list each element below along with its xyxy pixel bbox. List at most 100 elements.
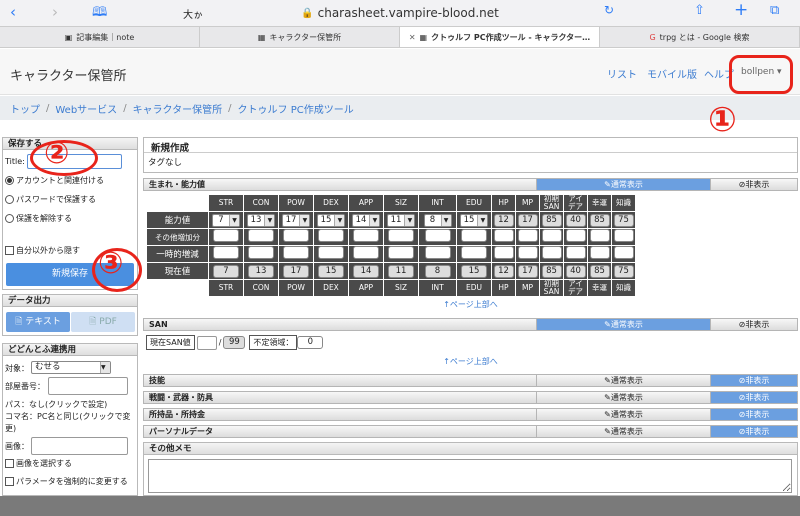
stat-ability-cell: 40 — [563, 211, 588, 229]
stat-input[interactable] — [353, 229, 379, 242]
reload-icon[interactable]: ↻ — [604, 3, 614, 17]
user-menu[interactable]: bollpen ▾ — [741, 67, 782, 77]
nav-help-link[interactable]: ヘルプ — [704, 66, 734, 81]
normal-view-button[interactable]: ✎通常表示 — [536, 179, 710, 190]
radio-password[interactable]: パスワードで保護する — [5, 194, 96, 205]
stat-input[interactable] — [461, 246, 487, 259]
pass-link[interactable]: パス：なし(クリックで設定) — [5, 399, 107, 410]
close-icon[interactable]: ✕ — [409, 33, 416, 42]
normal-view-button[interactable]: ✎通常表示 — [536, 409, 710, 420]
koma-link[interactable]: コマ名：PC名と同じ(クリックで変更) — [5, 411, 137, 435]
stat-input[interactable] — [541, 229, 562, 242]
stat-input[interactable] — [318, 246, 344, 259]
tabs-icon[interactable]: ⧉ — [770, 3, 779, 18]
current-san-input[interactable] — [196, 335, 217, 350]
normal-view-button[interactable]: ✎通常表示 — [536, 375, 710, 386]
tab-google[interactable]: Gtrpg とは - Google 検索 — [600, 27, 800, 47]
radio-unprotect[interactable]: 保護を解除する — [5, 213, 72, 224]
export-pdf-button[interactable]: 🗎 PDF — [71, 312, 135, 332]
new-tab-icon[interactable]: + — [734, 0, 748, 20]
stat-input[interactable] — [353, 246, 379, 259]
image-input[interactable] — [31, 437, 128, 455]
section-title: 戦闘・武器・防具 — [149, 393, 213, 402]
page-top-link-1[interactable]: ↑ページ上部へ — [143, 299, 798, 310]
other-memo-textarea[interactable] — [148, 459, 792, 493]
stats-footer-row: STR CON POW DEX APP SIZ INT EDU HP MP 初期 SAN アイ デア幸… — [146, 279, 636, 297]
stat-input[interactable] — [248, 229, 274, 242]
stat-select[interactable]: 11 ▼ — [386, 213, 416, 227]
stat-input[interactable] — [517, 246, 538, 259]
normal-view-button[interactable]: ✎通常表示 — [536, 319, 710, 330]
tag-text[interactable]: タグなし — [144, 153, 797, 171]
share-icon[interactable]: ⇧ — [694, 3, 705, 18]
tab-charasheet[interactable]: ▦ キャラクター保管所 — [200, 27, 400, 47]
back-icon[interactable]: ‹ — [10, 3, 16, 21]
stat-input[interactable] — [613, 229, 634, 242]
stat-input[interactable] — [613, 246, 634, 259]
hide-button[interactable]: ⊘非表示 — [710, 392, 797, 403]
stat-select[interactable]: 15 ▼ — [316, 213, 346, 227]
hide-button[interactable]: ⊘非表示 — [710, 319, 797, 330]
breadcrumb-top[interactable]: トップ — [10, 101, 40, 116]
stat-input[interactable] — [388, 246, 414, 259]
force-param-checkbox[interactable]: パラメータを強制的に変更する — [5, 476, 128, 487]
radio-account[interactable]: アカウントと関連付ける — [5, 175, 104, 186]
stat-input[interactable] — [388, 229, 414, 242]
stat-select[interactable]: 13 ▼ — [246, 213, 276, 227]
site-title[interactable]: キャラクター保管所 — [10, 65, 126, 84]
stat-input[interactable] — [283, 229, 309, 242]
hide-button[interactable]: ⊘非表示 — [710, 426, 797, 437]
target-select[interactable]: むせる ▼ — [31, 361, 111, 374]
stat-header: 知識 — [611, 194, 636, 212]
stat-input[interactable] — [493, 229, 514, 242]
tab-coc-tool[interactable]: ✕ ▦ クトゥルフ PC作成ツール - キャラクター… — [400, 27, 600, 47]
stat-input[interactable] — [318, 229, 344, 242]
stat-input[interactable] — [424, 246, 451, 259]
stat-ability-cell: 17 — [515, 211, 540, 229]
stat-input[interactable] — [589, 229, 610, 242]
stat-select[interactable]: 17 ▼ — [281, 213, 311, 227]
stat-input[interactable] — [565, 229, 586, 242]
normal-view-button[interactable]: ✎通常表示 — [536, 392, 710, 403]
export-text-button[interactable]: 🗎 テキスト — [6, 312, 70, 332]
bookmarks-icon[interactable]: 🕮 — [92, 3, 107, 25]
stat-ability-cell: 85 — [587, 211, 612, 229]
hide-checkbox[interactable]: 自分以外から隠す — [5, 245, 80, 256]
hide-button[interactable]: ⊘非表示 — [710, 409, 797, 420]
chevron-down-icon: ▼ — [229, 214, 239, 226]
stat-input[interactable] — [541, 246, 562, 259]
stat-select[interactable]: 7 ▼ — [212, 213, 240, 227]
stat-input[interactable] — [517, 229, 538, 242]
stat-header: INT — [418, 194, 457, 212]
stat-input[interactable] — [589, 246, 610, 259]
forward-icon[interactable]: › — [52, 3, 58, 21]
stat-input[interactable] — [424, 229, 451, 242]
room-input[interactable] — [48, 377, 128, 395]
stat-input[interactable] — [283, 246, 309, 259]
stat-select[interactable]: 14 ▼ — [351, 213, 381, 227]
nav-mobile-link[interactable]: モバイル版 — [647, 66, 697, 81]
breadcrumb-coc[interactable]: クトゥルフ PC作成ツール — [238, 101, 354, 116]
current-row: 現在値 7 13 17 15 14 11 8 15 12 17 85 40 85 75 — [146, 262, 636, 280]
hide-button[interactable]: ⊘非表示 — [710, 179, 797, 190]
normal-view-button[interactable]: ✎通常表示 — [536, 426, 710, 437]
stat-input[interactable] — [248, 246, 274, 259]
url-bar[interactable]: 🔒 charasheet.vampire-blood.net — [170, 3, 630, 23]
stat-input[interactable] — [461, 229, 487, 242]
breadcrumb-charasheet[interactable]: キャラクター保管所 — [133, 101, 223, 116]
stat-select[interactable]: 8 ▼ — [423, 213, 452, 227]
breadcrumb-web[interactable]: Webサービス — [55, 101, 117, 116]
tab-note[interactable]: ▣ 記事編集｜note — [0, 27, 200, 47]
image-select-checkbox[interactable]: 画像を選択する — [5, 458, 72, 469]
nav-list-link[interactable]: リスト — [607, 66, 637, 81]
select-value: 14 — [355, 214, 367, 225]
hide-button[interactable]: ⊘非表示 — [710, 375, 797, 386]
chevron-down-icon: ▼ — [264, 214, 275, 226]
stat-input[interactable] — [565, 246, 586, 259]
stat-input[interactable] — [213, 229, 239, 242]
page-top-link-2[interactable]: ↑ページ上部へ — [143, 356, 798, 367]
stat-input[interactable] — [493, 246, 514, 259]
stat-select[interactable]: 15 ▼ — [459, 213, 489, 227]
stat-input[interactable] — [213, 246, 239, 259]
title-input[interactable] — [27, 154, 122, 169]
